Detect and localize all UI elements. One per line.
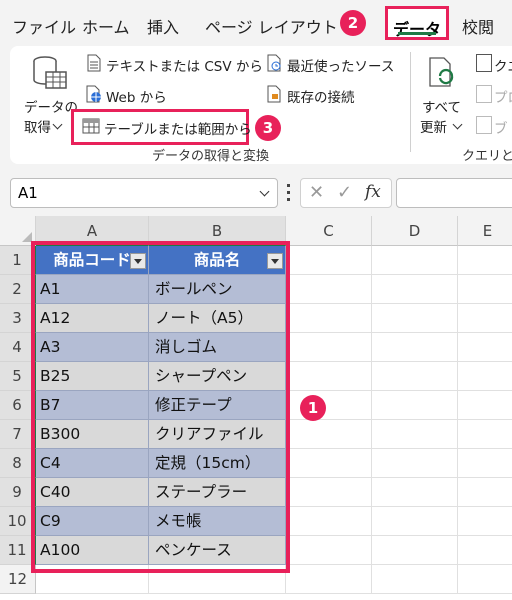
get-data-label-2: 取得 [24,120,51,136]
grid-cell[interactable] [372,275,458,304]
refresh-all-label-2: 更新 [420,120,447,136]
existing-connections-icon [267,85,281,103]
name-box-value: A1 [18,184,38,202]
grid-cell[interactable] [458,391,512,420]
chevron-down-icon [452,119,463,130]
grid-cell[interactable] [372,536,458,565]
recent-sources-button[interactable]: 最近使ったソース [287,55,394,75]
properties-button[interactable]: プロ [494,86,512,106]
queries-icon [476,54,492,72]
step-badge-1: 1 [300,395,326,421]
grid-cell[interactable] [372,333,458,362]
grid-cell[interactable] [286,565,372,594]
table-range-highlight [31,241,290,573]
grid-cell[interactable] [286,275,372,304]
grid-cell[interactable] [286,391,372,420]
more-options-icon [287,184,290,202]
edit-links-icon [476,116,492,134]
tab-insert[interactable]: 挿入 [147,14,179,38]
grid-cell[interactable] [458,478,512,507]
column-header-e[interactable]: E [458,216,512,246]
grid-cell[interactable] [372,449,458,478]
get-data-button[interactable]: データの 取得 [22,52,78,138]
refresh-icon [429,57,454,87]
grid-cell[interactable] [372,565,458,594]
column-header-d[interactable]: D [372,216,458,246]
column-header-c[interactable]: C [286,216,372,246]
step-badge-3: 3 [255,115,281,141]
ribbon-tabs: ファイル ホーム 挿入 ページ レイアウト 2 データ 校閲 [0,0,512,46]
tab-review[interactable]: 校閲 [462,14,494,38]
grid-cell[interactable] [458,333,512,362]
grid-cell[interactable] [372,420,458,449]
from-table-range-button[interactable]: テーブルまたは範囲から [104,118,252,138]
get-data-label: データの [24,100,78,116]
grid-cell[interactable] [372,246,458,275]
step-badge-2: 2 [340,10,366,36]
refresh-all-button[interactable]: すべて 更新 [418,52,470,138]
tab-data-label: データ [392,20,441,39]
refresh-all-label: すべて [422,100,462,116]
tab-page-layout[interactable]: ページ レイアウト [205,14,338,38]
grid-cell[interactable] [372,391,458,420]
formula-buttons: ✕ ✓ fx [300,178,392,208]
chevron-down-icon[interactable] [259,186,270,197]
grid-cell[interactable] [372,507,458,536]
table-range-icon [82,118,100,134]
chevron-down-icon [52,119,63,130]
text-file-icon [87,54,101,72]
grid-cell[interactable] [372,362,458,391]
tab-data[interactable]: データ [385,6,449,40]
check-icon[interactable]: ✓ [337,182,352,203]
queries-connections-button[interactable]: クエ [494,55,512,75]
formula-input[interactable] [396,178,512,208]
tab-home[interactable]: ホーム [82,14,130,38]
cancel-icon[interactable]: ✕ [309,182,324,203]
grid-cell[interactable] [286,333,372,362]
group-label-queries: クエリと接 [462,149,512,164]
grid-cell[interactable] [458,362,512,391]
grid-cell[interactable] [372,304,458,333]
grid-cell[interactable] [286,246,372,275]
grid-cell[interactable] [286,362,372,391]
grid-cell[interactable] [458,275,512,304]
grid-cell[interactable] [458,304,512,333]
properties-icon [476,85,492,103]
grid-cell[interactable] [286,507,372,536]
database-table-icon [33,56,67,89]
grid-cell[interactable] [458,449,512,478]
grid-cell[interactable] [458,507,512,536]
existing-connections-button[interactable]: 既存の接続 [287,86,355,106]
grid-cell[interactable] [458,420,512,449]
grid-cell[interactable] [458,246,512,275]
grid-cell[interactable] [286,420,372,449]
edit-links-button[interactable]: ブ [494,117,508,137]
grid-cell[interactable] [458,536,512,565]
from-web-button[interactable]: Web から [106,86,167,106]
recent-sources-icon [267,54,281,72]
web-icon [86,85,101,103]
grid-cell[interactable] [458,565,512,594]
grid-cell[interactable] [286,478,372,507]
from-text-csv-button[interactable]: テキストまたは CSV から [106,55,263,75]
grid-cell[interactable] [372,478,458,507]
name-box[interactable]: A1 [10,178,278,208]
tab-file[interactable]: ファイル [12,14,76,38]
ribbon-separator [410,52,411,152]
group-label-get-transform: データの取得と変換 [152,149,270,164]
grid-cell[interactable] [286,449,372,478]
grid-cell[interactable] [286,304,372,333]
grid-cell[interactable] [286,536,372,565]
insert-function-button[interactable]: fx [365,182,381,202]
